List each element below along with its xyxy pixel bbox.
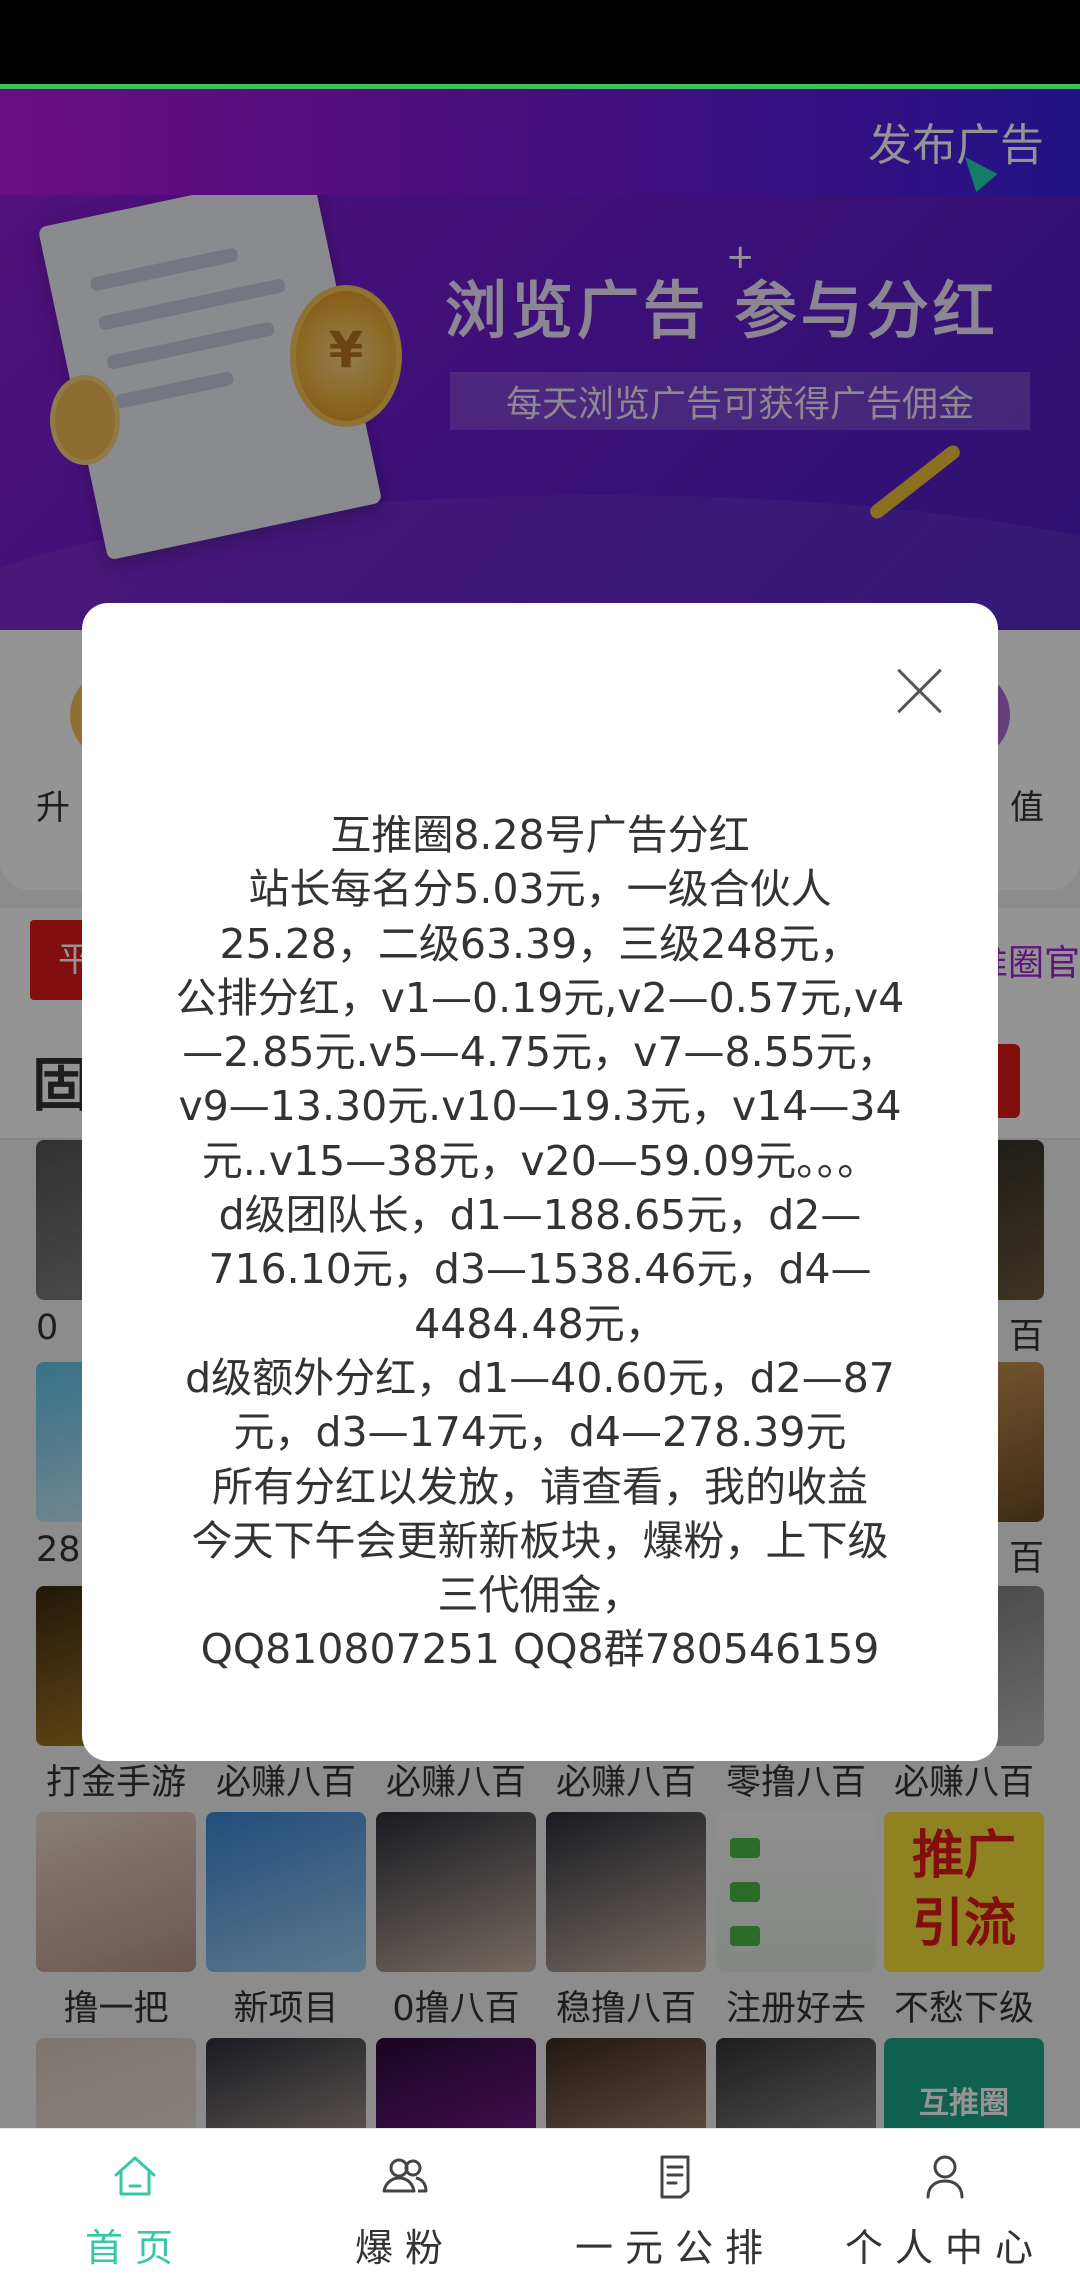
announcement-modal: 互推圈8.28号广告分红 站长每名分5.03元，一级合伙人 25.28，二级63… bbox=[82, 603, 998, 1761]
announcement-line: 元，d3—174元，d4—278.39元 bbox=[233, 1408, 847, 1457]
announcement-line: 元..v15—38元，v20—59.09元。。。 bbox=[201, 1136, 879, 1185]
home-icon bbox=[114, 2156, 156, 2196]
person-icon bbox=[926, 2155, 964, 2199]
status-bar bbox=[0, 0, 1080, 84]
announcement-line: 今天下午会更新新板块，爆粉，上下级 bbox=[191, 1516, 889, 1565]
announcement-line: d级团队长，d1—188.65元，d2— bbox=[218, 1191, 862, 1240]
tab-label: 一元公排 bbox=[574, 2226, 775, 2270]
tab-profile[interactable]: 个人中心 bbox=[810, 2129, 1080, 2281]
announcement-line: 4484.48元， bbox=[414, 1299, 666, 1348]
announcement-line: 25.28，二级63.39，三级248元， bbox=[219, 919, 861, 968]
tab-label: 爆粉 bbox=[354, 2226, 455, 2270]
close-icon[interactable] bbox=[892, 663, 948, 719]
tab-public-queue[interactable]: 一元公排 bbox=[540, 2129, 810, 2281]
tab-home[interactable]: 首页 bbox=[0, 2129, 270, 2281]
announcement-line: 公排分红，v1—0.19元,v2—0.57元,v4 bbox=[175, 973, 905, 1022]
tab-label: 首页 bbox=[84, 2226, 185, 2270]
announcement-line: QQ810807251 QQ8群780546159 bbox=[200, 1625, 880, 1674]
announcement-line: v9—13.30元.v10—19.3元，v14—34 bbox=[178, 1082, 902, 1131]
announcement-line: 716.10元，d3—1538.46元，d4— bbox=[208, 1245, 872, 1294]
tab-label: 个人中心 bbox=[844, 2226, 1045, 2270]
announcement-line: 站长每名分5.03元，一级合伙人 bbox=[248, 865, 832, 914]
users-icon bbox=[382, 2158, 428, 2193]
announcement-line: —2.85元.v5—4.75元，v7—8.55元， bbox=[182, 1028, 898, 1077]
announcement-line: 所有分红以发放，请查看，我的收益 bbox=[212, 1462, 868, 1511]
document-icon bbox=[660, 2155, 690, 2199]
tab-fans[interactable]: 爆粉 bbox=[270, 2129, 540, 2281]
bottom-tab-bar: 首页 爆粉 一元公排 个人中心 bbox=[0, 2128, 1080, 2281]
announcement-line: 互推圈8.28号广告分红 bbox=[330, 811, 750, 859]
announcement-line: 三代佣金， bbox=[437, 1571, 643, 1620]
announcement-text: 互推圈8.28号广告分红 站长每名分5.03元，一级合伙人 25.28，二级63… bbox=[152, 808, 928, 1677]
announcement-line: d级额外分红，d1—40.60元，d2—87 bbox=[185, 1353, 895, 1402]
